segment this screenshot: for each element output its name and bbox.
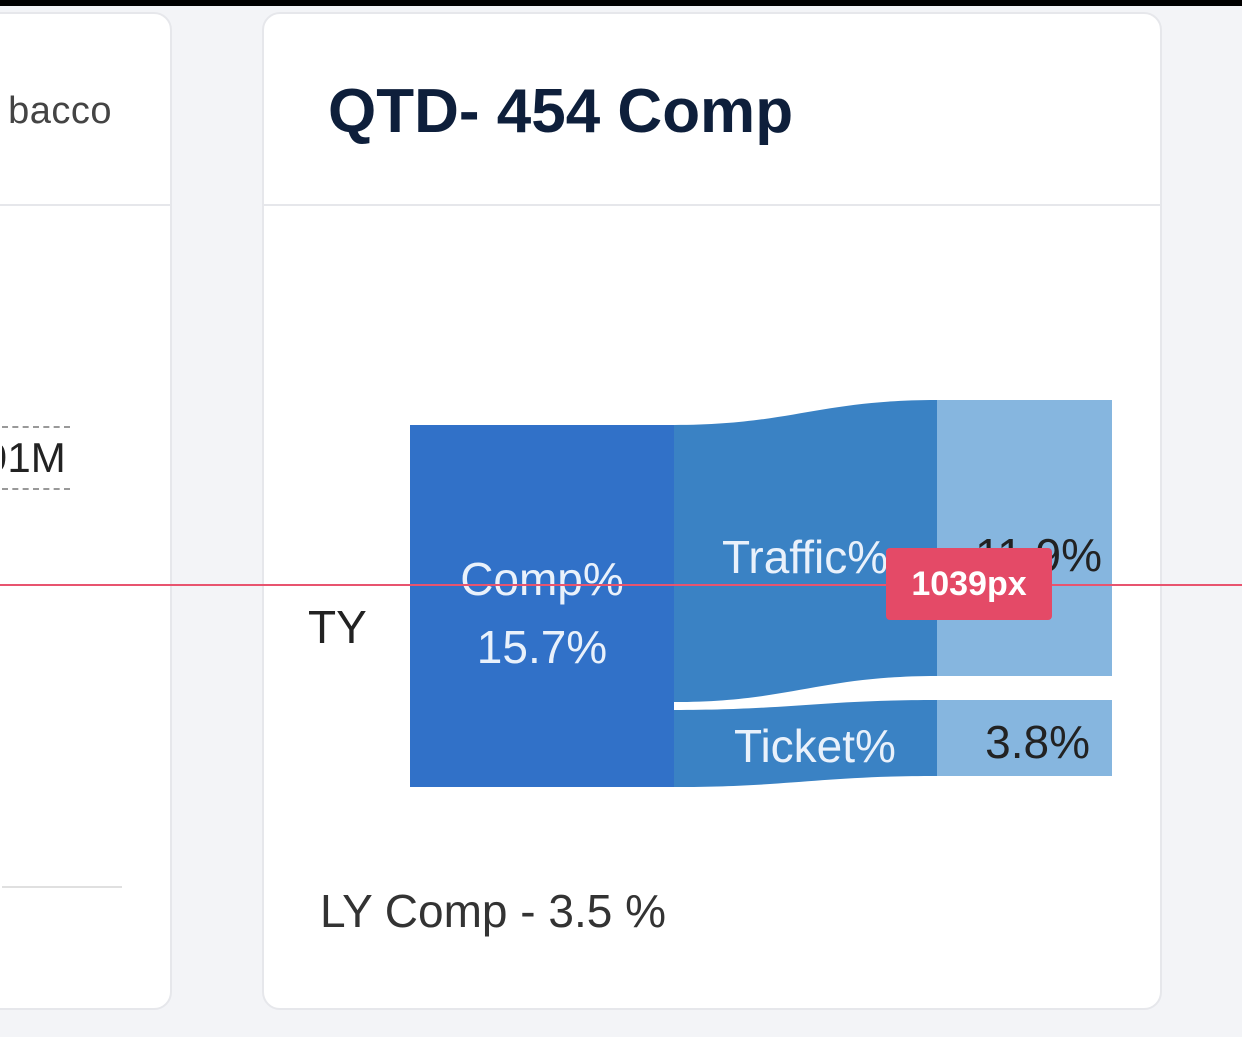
comp-node[interactable] bbox=[410, 425, 674, 787]
comp-sankey-chart: Comp% 15.7% Traffic% 11.9% Ticket% 3.8% bbox=[410, 400, 1112, 787]
measure-badge: 1039px bbox=[886, 548, 1052, 620]
guide-line bbox=[0, 584, 1242, 586]
traffic-label: Traffic% bbox=[722, 531, 888, 583]
comp-label: Comp% bbox=[460, 553, 624, 605]
ticket-value-label: 3.8% bbox=[985, 716, 1090, 768]
ticket-label: Ticket% bbox=[734, 720, 896, 772]
ly-comp-text: LY Comp - 3.5 % bbox=[320, 885, 667, 937]
row-label-ty: TY bbox=[308, 601, 367, 653]
comp-value-label: 15.7% bbox=[477, 621, 607, 673]
